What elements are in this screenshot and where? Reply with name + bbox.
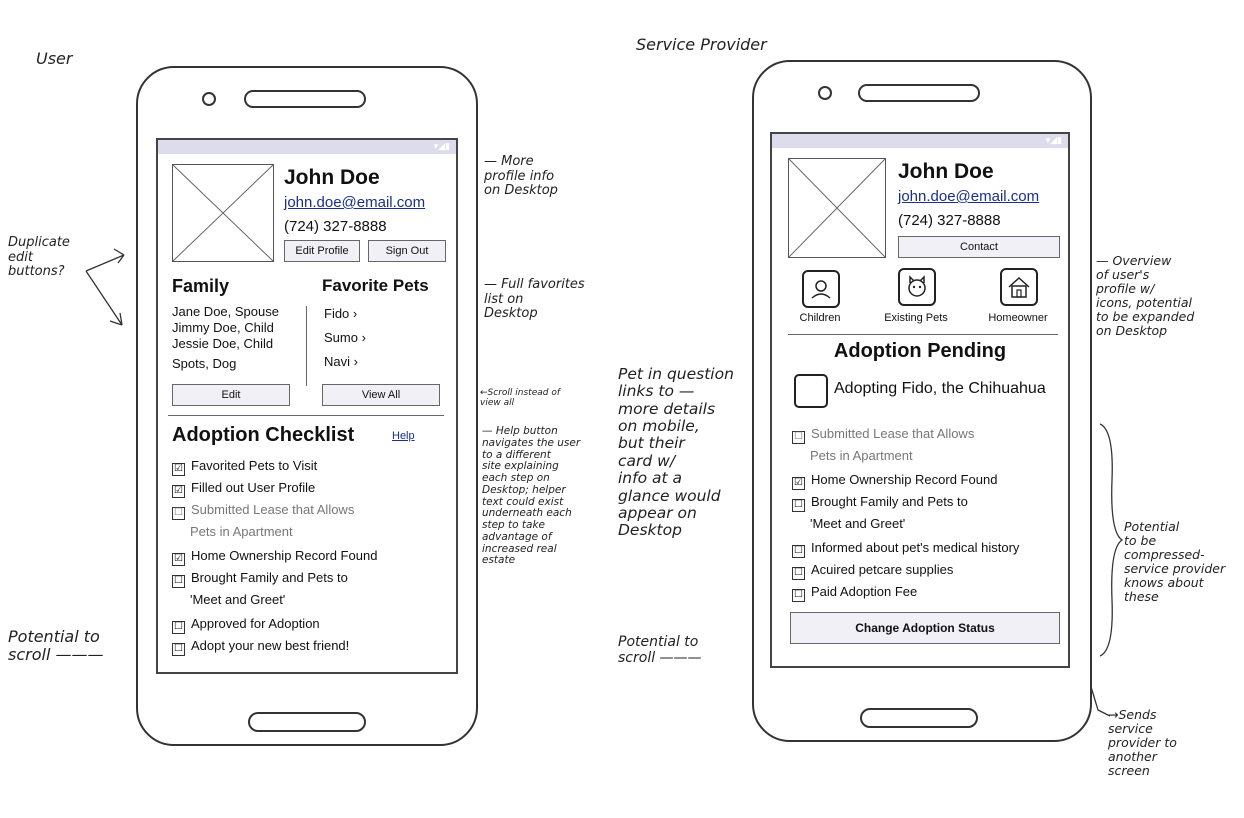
provider-phone-frame: ▾◢▮ John Doe john.doe@email.com (724) 32… [752,60,1092,742]
profile-email[interactable]: john.doe@email.com [284,194,425,211]
pet-thumbnail[interactable] [794,374,828,408]
adoption-checklist-title: Adoption Checklist [172,424,355,446]
avatar [172,164,274,262]
favorite-pet-link[interactable]: Navi › [324,354,358,369]
profile-name: John Doe [284,166,380,189]
provider-screen: ▾◢▮ John Doe john.doe@email.com (724) 32… [770,132,1070,668]
icon-label-existing-pets: Existing Pets [884,312,948,324]
note-compressed: Potential to be compressed- service prov… [1124,519,1226,604]
checkbox[interactable]: ☐ [792,545,805,558]
checklist-item[interactable]: ☐ Informed about pet's medical history [792,540,1019,558]
checkbox[interactable]: ☑ [172,485,185,498]
image-placeholder-icon [788,158,886,258]
brace-icon [1099,423,1124,657]
checkbox[interactable]: ☐ [172,507,185,520]
note-full-favorites: — Full favorites list on Desktop [484,277,585,322]
contact-button[interactable]: Contact [898,236,1060,258]
section-divider [788,334,1058,335]
favorite-pet-link[interactable]: Fido › [324,306,357,321]
checkbox[interactable]: ☐ [792,499,805,512]
person-icon[interactable] [802,270,840,308]
checkbox[interactable]: ☐ [172,575,185,588]
user-phone-frame: ▾◢▮ John Doe john.doe@email.com (724) 32… [136,66,478,746]
speaker-icon [244,90,366,108]
note-help-button: — Help button navigates the user to a di… [482,425,581,567]
image-placeholder-icon [172,164,274,262]
section-divider [168,415,444,416]
user-label: User [36,49,73,68]
column-divider [306,306,307,386]
family-member: Spots, Dog [172,356,237,371]
checkbox[interactable]: ☐ [792,431,805,444]
profile-name: John Doe [898,160,994,183]
edit-profile-button[interactable]: Edit Profile [284,240,360,262]
family-member: Jimmy Doe, Child [172,320,274,335]
camera-icon [202,92,216,106]
status-icons-icon: ▾◢▮ [1045,135,1062,145]
edit-family-button[interactable]: Edit [172,384,290,406]
service-provider-label: Service Provider [636,35,767,54]
note-sends: →Sends service provider to another scree… [1108,707,1177,778]
checkbox[interactable]: ☑ [792,477,805,490]
profile-email[interactable]: john.doe@email.com [898,188,1039,205]
home-button[interactable] [248,712,366,732]
family-title: Family [172,276,230,296]
checkbox[interactable]: ☐ [172,643,185,656]
checklist-item[interactable]: ☐ Adopt your new best friend! [172,638,349,656]
change-adoption-status-button[interactable]: Change Adoption Status [790,612,1060,644]
note-overview: — Overview of user's profile w/ icons, p… [1096,253,1195,338]
sign-out-button[interactable]: Sign Out [368,240,446,262]
note-potential-scroll-left: Potential to scroll ——— [8,627,104,664]
checklist-item[interactable]: ☐ Brought Family and Pets to [172,570,348,588]
status-bar: ▾◢▮ [772,134,1068,148]
profile-phone: (724) 327-8888 [284,218,387,235]
checklist-item[interactable]: ☑ Home Ownership Record Found [172,548,377,566]
user-screen: ▾◢▮ John Doe john.doe@email.com (724) 32… [156,138,458,674]
checklist-item[interactable]: ☐ Submitted Lease that Allows [792,426,974,444]
favorite-pet-link[interactable]: Sumo › [324,330,366,345]
home-button[interactable] [860,708,978,728]
note-duplicate-edit: Duplicate edit buttons? [8,235,70,280]
cat-icon[interactable] [898,268,936,306]
adopting-pet-link[interactable]: Adopting Fido, the Chihuahua [834,380,1046,398]
checklist-item[interactable]: ☐ Acuired petcare supplies [792,562,953,580]
family-member: Jane Doe, Spouse [172,304,279,319]
checkbox[interactable]: ☐ [792,567,805,580]
arrow-duplicate-icon [85,248,125,326]
checkbox[interactable]: ☐ [792,589,805,602]
checkbox[interactable]: ☑ [172,553,185,566]
icon-label-homeowner: Homeowner [988,312,1048,324]
view-all-button[interactable]: View All [322,384,440,406]
checklist-item-continuation: 'Meet and Greet' [190,592,286,607]
note-more-profile: — More profile info on Desktop [484,154,558,199]
icon-label-children: Children [799,312,841,324]
family-member: Jessie Doe, Child [172,336,274,351]
status-icons-icon: ▾◢▮ [433,141,450,151]
checklist-item[interactable]: ☐ Paid Adoption Fee [792,584,917,602]
checkbox[interactable]: ☑ [172,463,185,476]
note-scroll-instead: ←Scroll instead of view all [480,388,560,409]
checklist-item[interactable]: ☑ Filled out User Profile [172,480,315,498]
avatar [788,158,886,258]
note-pet-question: Pet in question links to — more details … [618,365,734,540]
checklist-item-continuation: Pets in Apartment [190,524,293,539]
speaker-icon [858,84,980,102]
checklist-item[interactable]: ☐ Approved for Adoption [172,616,320,634]
house-icon[interactable] [1000,268,1038,306]
checklist-item[interactable]: ☑ Home Ownership Record Found [792,472,997,490]
profile-phone: (724) 327-8888 [898,212,1001,229]
camera-icon [818,86,832,100]
checklist-item[interactable]: ☑ Favorited Pets to Visit [172,458,317,476]
checklist-item-continuation: Pets in Apartment [810,448,913,463]
status-bar: ▾◢▮ [158,140,456,154]
checklist-item-continuation: 'Meet and Greet' [810,516,906,531]
adoption-pending-title: Adoption Pending [833,340,1007,362]
favorite-pets-title: Favorite Pets [322,276,429,295]
note-potential-scroll-mid: Potential to scroll ——— [618,634,702,666]
checklist-item[interactable]: ☐ Brought Family and Pets to [792,494,968,512]
checklist-item[interactable]: ☐ Submitted Lease that Allows [172,502,354,520]
help-link[interactable]: Help [392,430,415,442]
checkbox[interactable]: ☐ [172,621,185,634]
